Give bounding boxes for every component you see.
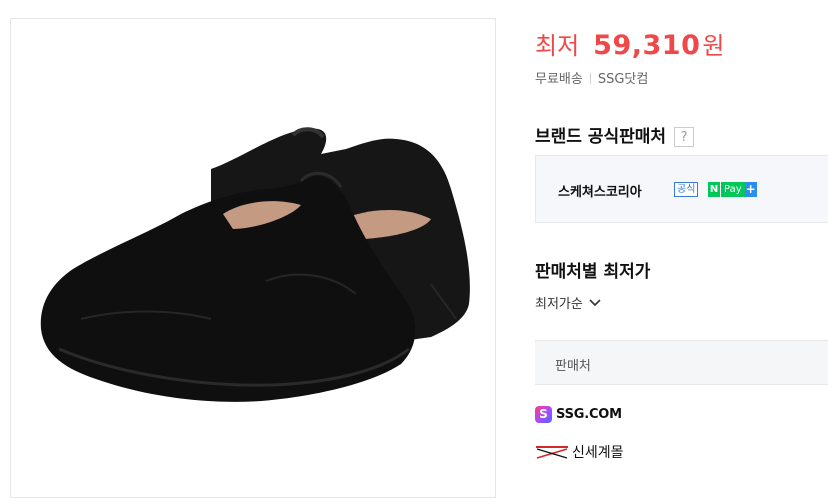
price-value: 59,310	[593, 30, 701, 61]
price-unit: 원	[702, 32, 725, 60]
mall-row-ssg[interactable]: S SSG.COM	[535, 403, 622, 425]
sort-label: 최저가순	[535, 297, 583, 312]
brand-section-title-text: 브랜드 공식판매처	[535, 127, 667, 147]
price-row: 최저 59,310원	[535, 26, 725, 61]
shipping-label: 무료배송	[535, 72, 583, 87]
brand-section-title: 브랜드 공식판매처?	[535, 122, 695, 147]
shoe-illustration	[40, 127, 470, 402]
seller-column-header: 판매처	[555, 359, 591, 374]
seller-name: SSG닷컴	[597, 72, 649, 87]
product-image[interactable]	[10, 18, 496, 498]
seller-section-title: 판매처별 최저가	[535, 262, 651, 282]
official-store-card[interactable]: 스케쳐스코리아 공식 N Pay +	[535, 155, 828, 223]
shinsegae-logo-icon	[535, 445, 569, 459]
npay-label: Pay	[720, 182, 745, 197]
help-icon[interactable]: ?	[674, 127, 695, 147]
divider	[589, 73, 591, 84]
plus-icon: +	[744, 182, 757, 197]
price-label: 최저	[535, 32, 580, 60]
store-name[interactable]: 스케쳐스코리아	[558, 181, 642, 200]
chevron-down-icon	[589, 299, 601, 307]
seller-table-header: 판매처	[535, 340, 828, 385]
ssg-logo-icon: S	[535, 405, 552, 423]
mall-name[interactable]: SSG.COM	[556, 407, 622, 422]
official-badge: 공식	[674, 182, 699, 197]
mall-row-shinsegae[interactable]: 신세계몰	[535, 441, 624, 463]
naver-n-icon: N	[708, 182, 720, 197]
mall-name[interactable]: 신세계몰	[572, 442, 624, 462]
sort-dropdown[interactable]: 최저가순	[535, 293, 601, 312]
shipping-info: 무료배송 SSG닷컴	[535, 68, 648, 87]
npay-plus-badge: N Pay +	[708, 182, 757, 197]
